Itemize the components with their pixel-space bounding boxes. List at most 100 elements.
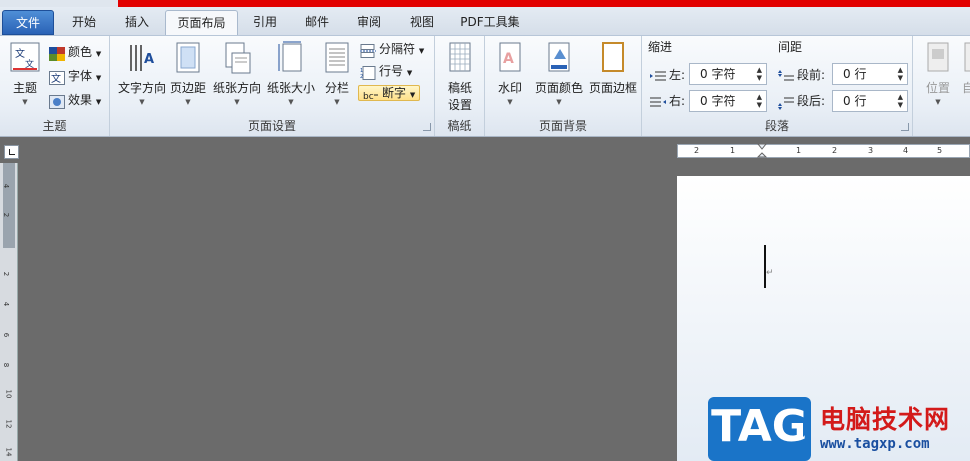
ruler-tick-label: 6 [2,332,11,338]
paper-size-icon [276,41,306,75]
draft-paper-button[interactable]: 稿纸 设置 [443,41,477,113]
group-page-background-label: 页面背景 [538,119,587,133]
tab-view[interactable]: 视图 [396,10,448,35]
margins-button[interactable]: 页边距 ▼ [168,41,208,106]
hyphenation-label: 断字 [382,86,407,100]
chevron-down-icon: ▼ [507,98,513,106]
hyphenation-button[interactable]: bc 断字 ▼ [358,82,421,104]
page-color-label: 页面颜色 [534,81,583,95]
auto-wrap-button[interactable]: 自 [961,41,970,96]
indent-right-input[interactable]: 0 字符 ▲ ▼ [689,90,767,112]
svg-text:2: 2 [360,74,363,80]
indent-right-label: 右: [650,90,685,112]
color-palette-icon [49,46,65,61]
tab-pdf-tools[interactable]: PDF工具集 [450,10,530,35]
group-page-setup: A 文字方向 ▼ 页边距 ▼ 纸张方向 ▼ 纸张大小 ▼ 分栏 ▼ 分隔符 ▼ [110,36,435,136]
spacing-after-input[interactable]: 0 行 ▲ ▼ [832,90,908,112]
spacing-before-icon [778,69,794,83]
group-theme: 文文 主题 ▼ 颜色 ▼ 文字体 ▼ 效果 ▼ 主题 [0,36,110,136]
horizontal-ruler[interactable]: 2 1 1 2 3 4 5 [677,144,970,158]
orientation-label: 纸张方向 [212,81,261,95]
chevron-down-icon: ▼ [556,98,562,106]
page-borders-label: 页面边框 [588,81,637,95]
indent-heading: 缩进 [648,40,673,54]
watermark-icon: A [495,41,525,75]
draft-paper-label-2: 设置 [447,98,472,112]
watermark-label: 水印 [497,81,522,95]
breaks-icon [360,43,376,58]
tab-mailings[interactable]: 邮件 [292,10,342,35]
spin-up-icon[interactable]: ▲ [898,93,903,101]
tab-selector-button[interactable] [4,145,19,159]
page-color-icon [544,41,574,75]
ruler-tick-label: 4 [2,183,11,189]
tab-home[interactable]: 开始 [58,10,110,35]
indent-left-icon [650,69,666,83]
page-borders-button[interactable]: 页面边框 [587,41,639,96]
text-cursor [764,245,766,288]
page-borders-icon [598,41,628,75]
ruler-tick-label: 8 [2,362,11,368]
spin-up-icon[interactable]: ▲ [757,93,762,101]
spin-down-icon[interactable]: ▼ [757,74,762,82]
ruler-tick-label: 1 [796,146,802,155]
margins-icon [173,41,203,75]
theme-effects-label: 效果 [68,93,93,107]
dialog-launcher-icon[interactable] [423,123,431,131]
draft-paper-icon [445,41,475,75]
tab-review[interactable]: 审阅 [344,10,394,35]
theme-fonts-button[interactable]: 文字体 ▼ [49,65,101,87]
position-icon [923,41,953,75]
svg-text:文: 文 [15,47,25,60]
chevron-down-icon: ▼ [139,98,145,106]
size-button[interactable]: 纸张大小 ▼ [264,41,318,106]
group-page-setup-label: 页面设置 [247,119,296,133]
orientation-button[interactable]: 纸张方向 ▼ [210,41,264,106]
page-color-button[interactable]: 页面颜色 ▼ [532,41,586,106]
chevron-down-icon: ▼ [22,98,28,106]
dialog-launcher-icon[interactable] [901,123,909,131]
spin-up-icon[interactable]: ▲ [898,66,903,74]
spin-down-icon[interactable]: ▼ [898,101,903,109]
position-button[interactable]: 位置 ▼ [923,41,953,106]
line-numbers-button[interactable]: 1 2 行号 ▼ [360,60,412,82]
spacing-before-input[interactable]: 0 行 ▲ ▼ [832,63,908,85]
tab-page-layout[interactable]: 页面布局 [165,10,238,37]
chevron-down-icon: ▼ [234,98,240,106]
orientation-icon [222,41,252,75]
theme-button[interactable]: 文文 主题 ▼ [6,41,44,106]
font-icon: 文 [49,70,65,85]
spin-down-icon[interactable]: ▼ [898,74,903,82]
ribbon-tab-bar: 文件 开始 插入 页面布局 引用 邮件 审阅 视图 PDF工具集 [0,7,970,37]
spacing-heading: 间距 [778,40,803,54]
watermark-title: 电脑技术网 [820,405,951,434]
indent-marker-icon[interactable] [757,144,767,160]
position-label: 位置 [925,81,950,95]
group-draft-paper: 稿纸 设置 稿纸 [435,36,485,136]
indent-left-input[interactable]: 0 字符 ▲ ▼ [689,63,767,85]
spin-up-icon[interactable]: ▲ [757,66,762,74]
columns-button[interactable]: 分栏 ▼ [320,41,354,106]
tab-file[interactable]: 文件 [2,10,54,35]
tab-insert[interactable]: 插入 [110,10,164,35]
theme-colors-button[interactable]: 颜色 ▼ [49,41,101,63]
text-direction-button[interactable]: A 文字方向 ▼ [116,41,168,106]
ruler-tick-label: 2 [694,146,700,155]
draft-paper-label-1: 稿纸 [447,81,472,95]
tab-references[interactable]: 引用 [240,10,290,35]
group-draft-paper-label: 稿纸 [447,119,472,133]
line-numbers-icon: 12 [360,65,376,80]
columns-label: 分栏 [324,81,349,95]
theme-effects-button[interactable]: 效果 ▼ [49,89,101,111]
svg-text:bc: bc [363,92,374,102]
spacing-after-label: 段后: [778,90,825,112]
ruler-tick-label: 5 [937,146,943,155]
group-paragraph-label: 段落 [764,119,789,133]
indent-right-icon [650,95,666,109]
watermark-button[interactable]: A 水印 ▼ [491,41,529,106]
auto-label: 自 [961,81,970,95]
svg-text:A: A [503,51,514,67]
theme-fonts-label: 字体 [68,69,93,83]
spin-down-icon[interactable]: ▼ [757,101,762,109]
breaks-button[interactable]: 分隔符 ▼ [360,38,424,60]
